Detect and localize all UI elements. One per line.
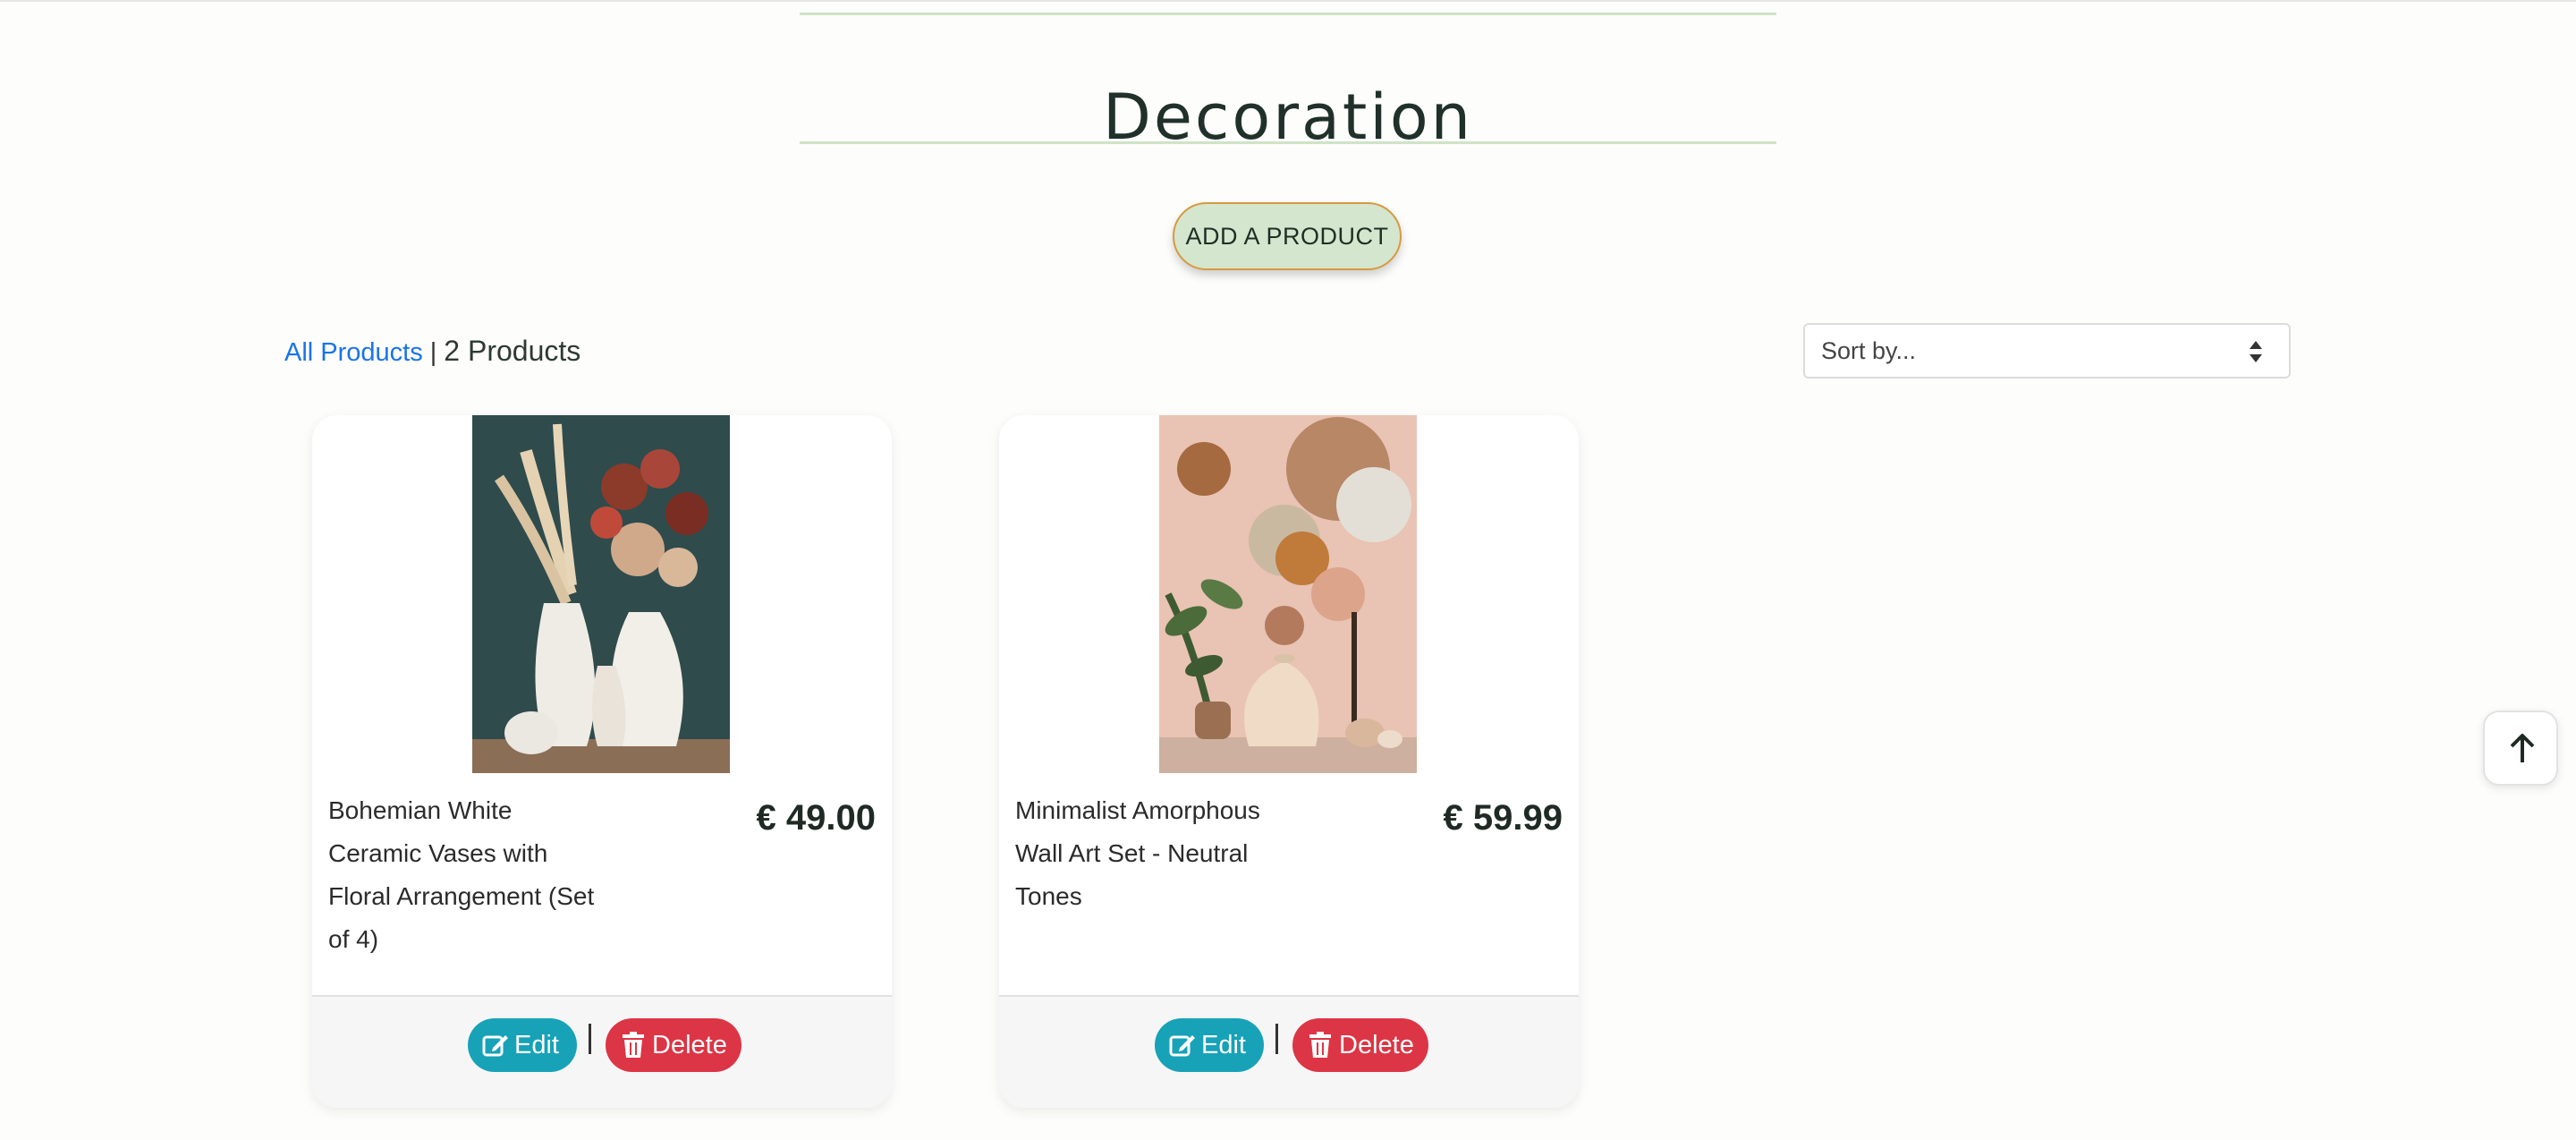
breadcrumb-separator: | — [429, 338, 437, 367]
delete-button[interactable]: Delete — [1292, 1018, 1428, 1072]
arrow-up-icon — [2510, 734, 2535, 762]
top-border — [0, 0, 2576, 2]
product-card: Minimalist Amorphous Wall Art Set - Neut… — [999, 415, 1579, 1108]
product-image[interactable] — [1159, 415, 1417, 773]
delete-button[interactable]: Delete — [606, 1018, 741, 1072]
trash-icon — [1309, 1032, 1331, 1058]
edit-label: Edit — [514, 1031, 559, 1059]
product-card-footer: Edit Delete — [312, 995, 892, 1108]
title-bottom-rule — [800, 141, 1776, 144]
product-image[interactable] — [472, 415, 730, 773]
delete-label: Delete — [652, 1031, 727, 1059]
title-top-rule — [800, 13, 1776, 15]
product-name: Minimalist Amorphous Wall Art Set - Neut… — [1015, 796, 1260, 910]
scroll-to-top-button[interactable] — [2483, 710, 2558, 786]
action-separator — [589, 1024, 591, 1054]
all-products-link[interactable]: All Products — [284, 338, 423, 367]
product-price: € 59.99 — [1443, 798, 1563, 838]
page-title: Decoration — [1102, 80, 1474, 154]
trash-icon — [623, 1032, 644, 1058]
edit-button[interactable]: Edit — [468, 1018, 577, 1072]
product-count: 2 Products — [444, 335, 581, 367]
edit-icon — [1169, 1035, 1195, 1057]
edit-label: Edit — [1201, 1031, 1246, 1059]
product-price: € 49.00 — [756, 798, 876, 838]
sort-caret-icon — [2250, 341, 2262, 362]
product-card: Bohemian White Ceramic Vases with Floral… — [312, 415, 892, 1108]
breadcrumb: All Products | 2 Products — [284, 333, 580, 369]
product-card-footer: Edit Delete — [999, 995, 1579, 1108]
edit-icon — [482, 1035, 508, 1057]
edit-button[interactable]: Edit — [1155, 1018, 1264, 1072]
delete-label: Delete — [1339, 1031, 1414, 1059]
action-separator — [1275, 1024, 1278, 1054]
add-product-button[interactable]: ADD A PRODUCT — [1173, 202, 1402, 270]
sort-select-value: Sort by... — [1821, 337, 1917, 364]
product-name: Bohemian White Ceramic Vases with Floral… — [328, 796, 595, 953]
sort-select[interactable]: Sort by... — [1803, 323, 2291, 379]
